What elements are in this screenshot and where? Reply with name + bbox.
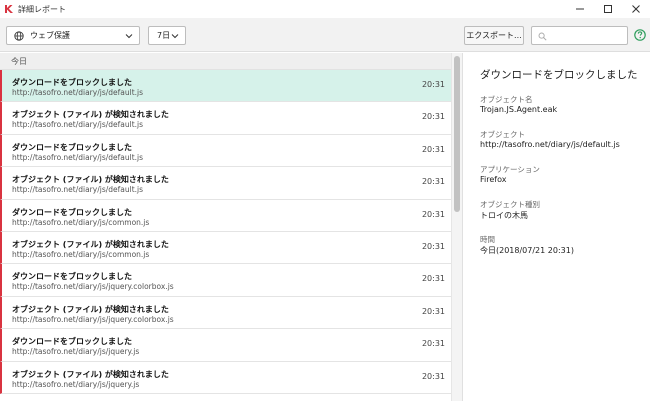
list-item-title: オブジェクト (ファイル) が検知されました — [12, 175, 169, 185]
toolbar: ウェブ保護 7日 エクスポート... — [0, 18, 650, 52]
list-item[interactable]: ダウンロードをブロックしました http://tasofro.net/diary/… — [0, 70, 451, 103]
list-item-title: ダウンロードをブロックしました — [12, 207, 132, 217]
detail-field-label: アプリケーション — [480, 165, 540, 174]
globe-icon — [14, 30, 24, 41]
category-label: ウェブ保護 — [30, 31, 70, 40]
detail-title: ダウンロードをブロックしました — [480, 69, 638, 81]
list-item[interactable]: ダウンロードをブロックしました http://tasofro.net/diary/… — [0, 264, 451, 297]
list-item-time: 20:31 — [421, 241, 445, 251]
list-item-url: http://tasofro.net/diary/js/default.js — [12, 185, 144, 195]
window-title: 詳細レポート — [18, 5, 66, 14]
list-item[interactable]: オブジェクト (ファイル) が検知されました http://tasofro.net… — [0, 361, 451, 394]
list-item-time: 20:31 — [421, 339, 445, 349]
maximize-button[interactable] — [594, 0, 622, 18]
list-item-title: オブジェクト (ファイル) が検知されました — [12, 239, 169, 249]
list-item-time: 20:31 — [421, 144, 445, 154]
detail-field-value: http://tasofro.net/diary/js/default.js — [480, 140, 620, 149]
help-icon[interactable] — [634, 29, 646, 41]
list-item[interactable]: オブジェクト (ファイル) が検知されました http://tasofro.net… — [0, 231, 451, 265]
minimize-icon — [576, 8, 584, 10]
detail-field-label: オブジェクト種別 — [480, 200, 540, 209]
title-bar: 詳細レポート — [0, 0, 650, 18]
list-item-url: http://tasofro.net/diary/js/common.js — [12, 249, 150, 259]
close-icon — [632, 5, 640, 13]
list-item-title: ダウンロードをブロックしました — [12, 142, 132, 152]
list-item[interactable]: ダウンロードをブロックしました http://tasofro.net/diary/… — [0, 329, 451, 362]
list-item-title: ダウンロードをブロックしました — [12, 337, 132, 347]
chevron-down-icon — [125, 34, 133, 39]
list-item-url: http://tasofro.net/diary/js/default.js — [12, 152, 144, 162]
list-item-url: http://tasofro.net/diary/js/jquery.js — [12, 347, 140, 357]
maximize-icon — [604, 5, 612, 13]
list-item-time: 20:31 — [421, 177, 445, 187]
list-item[interactable]: オブジェクト (ファイル) が検知されました http://tasofro.net… — [0, 102, 451, 135]
category-dropdown[interactable]: ウェブ保護 — [6, 26, 140, 45]
search-input[interactable] — [531, 26, 628, 45]
scrollbar[interactable] — [451, 53, 462, 401]
period-dropdown[interactable]: 7日 — [148, 26, 186, 45]
list-item-title: オブジェクト (ファイル) が検知されました — [12, 110, 169, 120]
list-item-url: http://tasofro.net/diary/js/jquery.color… — [12, 314, 174, 324]
list-item-title: オブジェクト (ファイル) が検知されました — [12, 304, 169, 314]
period-label: 7日 — [157, 31, 171, 40]
list-item-time: 20:31 — [421, 80, 445, 89]
list-item-time: 20:31 — [421, 371, 445, 381]
chevron-down-icon — [171, 34, 179, 39]
detail-field-label: 時間 — [480, 235, 495, 244]
list-item-title: ダウンロードをブロックしました — [12, 272, 132, 282]
list-item-time: 20:31 — [421, 209, 445, 219]
list-item-title: ダウンロードをブロックしました — [12, 78, 132, 87]
scrollbar-thumb[interactable] — [454, 56, 460, 212]
list-item-title: オブジェクト (ファイル) が検知されました — [12, 369, 169, 379]
kaspersky-logo-icon — [5, 5, 13, 13]
list-item[interactable]: ダウンロードをブロックしました http://tasofro.net/diary/… — [0, 199, 451, 232]
list-item-time: 20:31 — [421, 306, 445, 316]
detail-field-value: Firefox — [480, 175, 507, 184]
list-item-url: http://tasofro.net/diary/js/common.js — [12, 217, 150, 227]
list-item-url: http://tasofro.net/diary/js/default.js — [12, 88, 144, 97]
list-item-url: http://tasofro.net/diary/js/jquery.color… — [12, 282, 174, 292]
list-item-url: http://tasofro.net/diary/js/default.js — [12, 120, 144, 130]
list-item-time: 20:31 — [421, 274, 445, 284]
list-item[interactable]: ダウンロードをブロックしました http://tasofro.net/diary/… — [0, 134, 451, 168]
export-button[interactable]: エクスポート... — [464, 26, 524, 45]
search-icon — [538, 32, 547, 41]
detail-field-label: オブジェクト — [480, 130, 525, 139]
event-list: 今日 ダウンロードをブロックしました http://tasofro.net/dia… — [0, 53, 451, 401]
detail-field-value: トロイの木馬 — [480, 211, 528, 220]
close-button[interactable] — [622, 0, 650, 18]
group-header-today: 今日 — [0, 53, 451, 70]
list-item[interactable]: オブジェクト (ファイル) が検知されました http://tasofro.net… — [0, 296, 451, 330]
detail-field-label: オブジェクト名 — [480, 95, 533, 104]
list-item-url: http://tasofro.net/diary/js/jquery.js — [12, 379, 140, 389]
list-item-time: 20:31 — [421, 112, 445, 122]
detail-pane: ダウンロードをブロックしました オブジェクト名 Trojan.JS.Agent.e… — [462, 53, 650, 401]
minimize-button[interactable] — [566, 0, 594, 18]
detail-field-value: Trojan.JS.Agent.eak — [480, 105, 558, 114]
detail-field-value: 今日(2018/07/21 20:31) — [480, 246, 574, 255]
list-item[interactable]: オブジェクト (ファイル) が検知されました http://tasofro.net… — [0, 167, 451, 200]
